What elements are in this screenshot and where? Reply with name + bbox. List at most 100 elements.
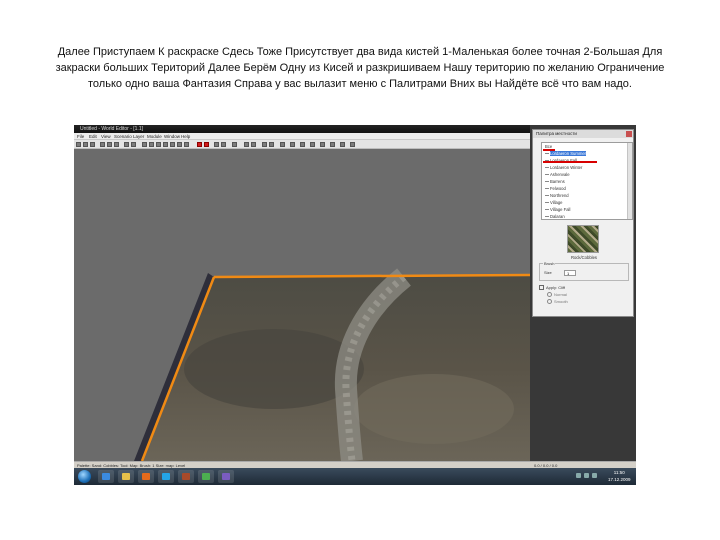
caption-line-2: закраски больших Територий Далее Берём О… [55,62,665,74]
network-icon[interactable] [576,473,581,478]
tree-item-lordaeron-winter[interactable]: Lordaeron Winter [542,164,632,171]
editor-screenshot: Untitled - World Editor - [1.1] File Edi… [74,125,636,485]
taskbar-ie-button[interactable] [98,470,114,483]
caption-line-1: Далее Приступаем К раскраске Сдесь Тоже … [57,46,663,58]
toolbar [74,140,530,149]
menu-layer[interactable]: Layer [133,133,144,140]
menu-scenario[interactable]: Scenario [114,133,132,140]
start-button[interactable] [78,470,91,483]
new-map-icon[interactable] [76,142,81,147]
paste-icon[interactable] [114,142,119,147]
terrain-light-patch [354,374,514,444]
doodad-icon[interactable] [244,142,249,147]
settings-icon[interactable] [320,142,325,147]
tree-item-barrens[interactable]: Barrens [542,178,632,185]
help-icon[interactable] [330,142,335,147]
terrain-editor-icon[interactable] [142,142,147,147]
tree-item-village[interactable]: Village [542,199,632,206]
tree-item-village-fall[interactable]: Village Fall [542,206,632,213]
close-icon[interactable] [626,131,632,137]
menu-file[interactable]: File [77,133,84,140]
cut-icon[interactable] [100,142,105,147]
red-underline-selection [543,161,597,163]
open-icon[interactable] [83,142,88,147]
copy-icon[interactable] [107,142,112,147]
menu-edit[interactable]: Edit [89,133,97,140]
menu-module[interactable]: Module [147,133,162,140]
campaign-editor-icon[interactable] [177,142,182,147]
small-brush-icon[interactable] [197,142,202,147]
brush-group: Brush Size 1 [539,261,629,281]
map-viewport[interactable] [74,149,530,461]
caption-line-3: только одно ваша Фантазия Справа у вас в… [88,78,632,90]
system-tray: 11:50 17.12.2009 [574,470,634,483]
ie-icon [102,473,110,480]
unit-editor-icon[interactable] [149,142,154,147]
language-icon[interactable] [592,473,597,478]
radio-smooth[interactable]: Smooth [547,299,568,304]
windows-taskbar: 11:50 17.12.2009 [74,468,636,485]
red-underline-root [543,149,555,151]
tree-item-northrend[interactable]: Northrend [542,192,632,199]
world-editor-icon [182,473,190,480]
redo-icon[interactable] [131,142,136,147]
palette-title: Палитра местности [533,130,633,138]
tile-preview[interactable] [567,225,599,253]
brush-size-spinner[interactable]: 1 [564,270,576,276]
folder-icon [122,473,130,480]
water-icon[interactable] [269,142,274,147]
game-icon [222,473,230,480]
info-icon[interactable] [350,142,355,147]
grid-icon[interactable] [221,142,226,147]
brush-shape-icon[interactable] [214,142,219,147]
brush-size-value: 1 [567,271,570,276]
camera-icon[interactable] [232,142,237,147]
world-editor-window: Untitled - World Editor - [1.1] File Edi… [74,125,530,461]
tree-item-lordaeron-summer[interactable]: Lordaeron Summer [542,150,632,157]
skype-icon [162,473,170,480]
ai-editor-icon[interactable] [184,142,189,147]
taskbar-skype-button[interactable] [158,470,174,483]
media-player-icon [142,473,150,480]
taskbar-media-button[interactable] [138,470,154,483]
object-editor-icon[interactable] [170,142,175,147]
menu-view[interactable]: View [101,133,111,140]
radio-normal[interactable]: Normal [547,292,567,297]
brush-group-title: Brush [543,261,556,266]
taskbar-worldedit-button[interactable] [178,470,194,483]
sound-editor-icon[interactable] [163,142,168,147]
clock-date: 17.12.2009 [608,476,631,482]
tutorial-caption: Далее Приступаем К раскраске Сдесь Тоже … [40,44,680,92]
taskbar-chrome-button[interactable] [198,470,214,483]
taskbar-explorer-button[interactable] [118,470,134,483]
tree-item-ashenvale[interactable]: Ashenvale [542,171,632,178]
trigger-editor-icon[interactable] [156,142,161,147]
test-map-icon[interactable] [280,142,285,147]
apply-cliff-checkbox[interactable]: Apply: Cliff [539,285,565,290]
side-panel: Палитра местности Все Lordaeron Summer L… [530,125,636,461]
tree-item-dalaran[interactable]: Dalaran [542,213,632,219]
window-titlebar: Untitled - World Editor - [1.1] [74,125,530,133]
layer-icon[interactable] [310,142,315,147]
undo-icon[interactable] [124,142,129,147]
status-bar: Palette: Sand: Cobbles: Tool: Map: Brush… [74,461,636,468]
list-scrollbar[interactable] [627,143,632,219]
menu-help[interactable]: Help [181,133,190,140]
minimap-icon[interactable] [340,142,345,147]
clock[interactable]: 11:50 17.12.2009 [608,470,631,483]
palette-icon[interactable] [290,142,295,147]
region-icon[interactable] [251,142,256,147]
menu-window[interactable]: Window [164,133,180,140]
play-icon[interactable] [300,142,305,147]
taskbar-game-button[interactable] [218,470,234,483]
tile-palette-dialog: Палитра местности Все Lordaeron Summer L… [532,129,634,317]
window-title: Untitled - World Editor - [1.1] [80,126,143,132]
tree-root[interactable]: Все [542,143,632,150]
volume-icon[interactable] [584,473,589,478]
save-icon[interactable] [90,142,95,147]
large-brush-icon[interactable] [204,142,209,147]
tree-item-felwood[interactable]: Felwood [542,185,632,192]
menu-bar: File Edit View Scenario Layer Module Win… [74,133,530,140]
tileset-tree[interactable]: Все Lordaeron Summer Lordaeron Fall Lord… [541,142,633,220]
cliff-icon[interactable] [262,142,267,147]
